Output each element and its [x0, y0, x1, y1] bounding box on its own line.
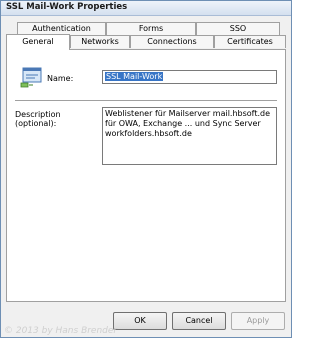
tab-forms[interactable]: Forms	[106, 22, 196, 35]
tab-networks[interactable]: Networks	[70, 35, 130, 48]
cancel-button[interactable]: Cancel	[172, 312, 226, 330]
tab-general[interactable]: General	[6, 34, 70, 50]
separator	[15, 100, 277, 102]
network-rule-icon	[20, 67, 42, 88]
general-tab-panel: Name: SSL Mail-Work Description (optiona…	[6, 49, 286, 302]
description-label: Description	[15, 110, 61, 119]
tab-connections[interactable]: Connections	[130, 35, 214, 48]
copyright-watermark: © 2013 by Hans Brender	[4, 326, 118, 336]
description-label-optional: (optional):	[15, 119, 57, 128]
name-value: SSL Mail-Work	[105, 72, 164, 81]
title-bar: SSL Mail-Work Properties	[1, 1, 291, 16]
properties-dialog: SSL Mail-Work Properties Authentication …	[0, 0, 292, 338]
window-title: SSL Mail-Work Properties	[6, 2, 128, 12]
apply-button[interactable]: Apply	[231, 312, 285, 330]
tab-sso[interactable]: SSO	[196, 22, 280, 35]
tab-certificates[interactable]: Certificates	[214, 35, 286, 48]
ok-button[interactable]: OK	[113, 312, 167, 330]
description-field[interactable]: Weblistener für Mailserver mail.hbsoft.d…	[102, 107, 277, 165]
name-label: Name:	[47, 74, 74, 83]
name-field[interactable]: SSL Mail-Work	[102, 70, 277, 84]
